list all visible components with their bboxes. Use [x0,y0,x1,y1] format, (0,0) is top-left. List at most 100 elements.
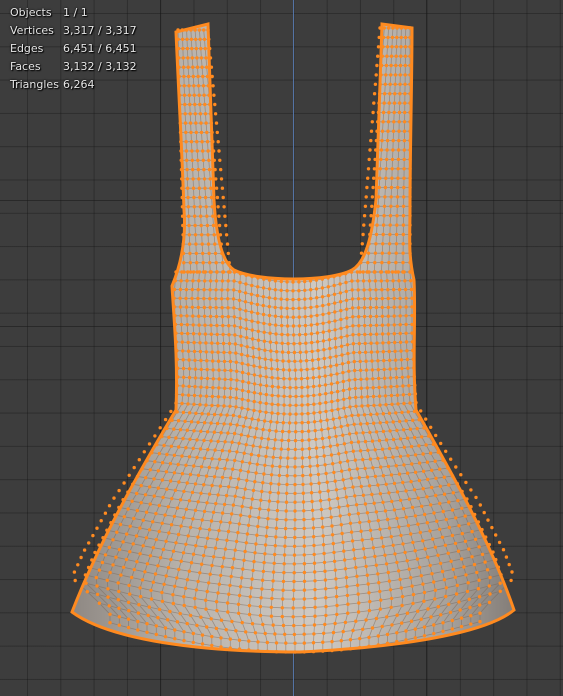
mesh-vertex [330,399,334,404]
mesh-vertex [275,420,279,424]
mesh-vertex [251,346,255,350]
mesh-vertex [216,341,220,345]
mesh-vertex [219,431,223,435]
mesh-vertex [293,359,297,363]
mesh-vertex [274,429,278,433]
mesh-vertex [360,395,364,399]
mesh-vertex [304,359,309,363]
mesh-vertex [193,367,198,371]
mesh-vertex [371,386,375,390]
mesh-vertex [380,305,384,310]
mesh-vertex [292,350,297,355]
mesh-vertex [205,385,209,390]
mesh-vertex [345,343,350,347]
mesh-vertex [317,384,322,388]
mesh-vertex [191,314,195,318]
mesh-vertex [220,306,224,310]
mesh-vertex [239,343,243,348]
mesh-vertex [315,331,320,335]
mesh-vertex [313,428,317,433]
mesh-vertex [220,315,225,319]
mesh-vertex [208,305,212,310]
mesh-vertex [208,279,213,283]
mesh-vertex [324,409,328,414]
mesh-vertex [409,279,413,283]
mesh-vertex [228,359,233,364]
mesh-vertex [327,302,331,307]
mesh-vertex [299,377,304,381]
mesh-vertex [309,288,313,292]
mesh-vertex [356,297,361,301]
mesh-vertex [192,393,197,398]
mesh-vertex [231,413,236,418]
mesh-vertex [217,386,221,390]
mesh-vertex [326,293,331,298]
mesh-vertex [223,368,227,372]
mesh-vertex [246,363,250,367]
mesh-vertex [216,404,220,408]
mesh-vertex [356,413,360,417]
mesh-vertex [305,376,310,380]
mesh-vertex [194,411,198,415]
mesh-vertex [205,367,209,372]
mesh-vertex [316,357,321,362]
mesh-vertex [186,393,191,397]
mesh-vertex [386,296,390,301]
mesh-vertex [276,411,280,416]
mesh-vertex [245,345,249,349]
mesh-vertex [261,312,266,317]
mesh-vertex [250,337,255,341]
mesh-vertex [325,418,329,422]
mesh-vertex [337,416,342,420]
mesh-vertex [327,311,331,315]
mesh-vertex [383,385,387,389]
mesh-vertex [269,420,273,424]
dress-mesh-object[interactable] [0,0,563,696]
mesh-vertex [279,297,283,301]
mesh-vertex [424,417,428,421]
mesh-vertex [264,375,268,379]
mesh-vertex [310,358,315,362]
mesh-vertex [211,377,215,381]
mesh-vertex [400,375,405,379]
mesh-vertex [321,339,326,343]
mesh-vertex [378,403,382,407]
mesh-vertex [256,338,261,342]
mesh-vertex [354,395,358,400]
mesh-vertex [240,370,245,375]
mesh-vertex [306,420,310,425]
mesh-vertex [368,288,372,292]
mesh-vertex [326,285,330,289]
mesh-vertex [376,359,380,363]
mesh-vertex [292,342,296,346]
mesh-vertex [359,422,363,426]
mesh-vertex [275,350,279,354]
mesh-vertex [203,279,207,283]
mesh-vertex [288,394,292,399]
mesh-vertex [191,270,196,274]
mesh-vertex [186,349,191,353]
mesh-vertex [372,403,376,408]
mesh-vertex [184,296,188,301]
mesh-vertex [378,421,382,425]
mesh-vertex [269,358,273,362]
mesh-vertex [217,368,221,372]
mesh-vertex [217,377,221,381]
mesh-vertex [205,430,210,434]
mesh-vertex [327,338,332,342]
mesh-edge [500,571,513,576]
3d-viewport[interactable]: Objects 1 / 1 Vertices 3,317 / 3,317 Edg… [0,0,563,696]
mesh-vertex [222,350,226,355]
mesh-vertex [252,399,256,404]
mesh-vertex [324,400,328,405]
mesh-vertex [238,325,243,330]
mesh-vertex [262,419,267,423]
mesh-vertex [344,298,349,302]
mesh-vertex [258,409,262,414]
mesh-vertex [239,334,243,339]
mesh-vertex [192,429,196,433]
mesh-vertex [209,332,213,336]
mesh-vertex [263,357,267,361]
mesh-vertex [386,288,390,292]
mesh-vertex [222,395,227,399]
